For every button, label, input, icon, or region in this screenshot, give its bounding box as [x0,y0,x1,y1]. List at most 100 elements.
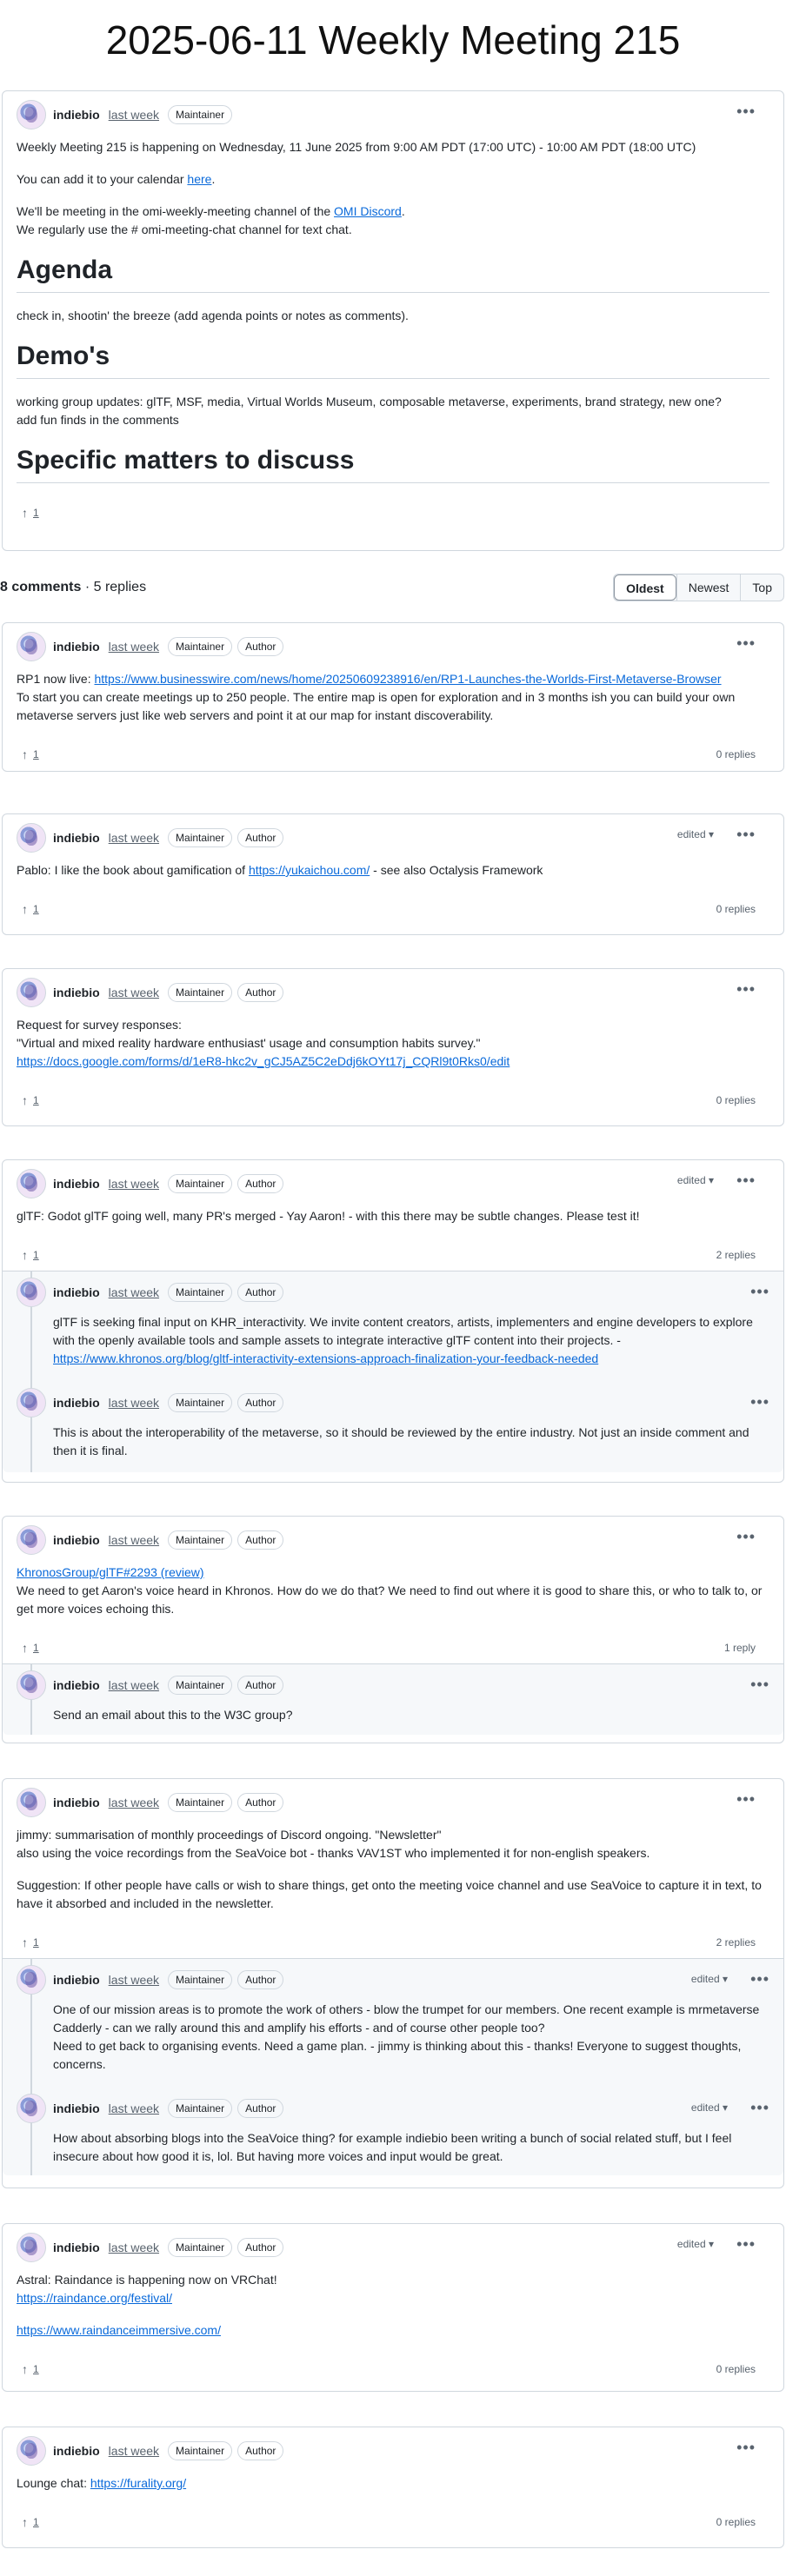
avatar[interactable] [17,1388,46,1417]
edited-dropdown[interactable]: edited ▾ [691,1971,728,1987]
upvote-button[interactable]: ↑ 1 [17,1932,44,1954]
chevron-down-icon: ▾ [708,828,714,840]
maintainer-badge: Maintainer [168,1530,233,1550]
avatar[interactable] [17,978,46,1007]
edited-dropdown[interactable]: edited ▾ [677,827,714,842]
author-name[interactable]: indiebio [53,2100,100,2118]
edited-dropdown[interactable]: edited ▾ [691,2100,728,2115]
avatar[interactable] [17,100,46,129]
upvote-button[interactable]: ↑ 1 [17,1637,44,1659]
more-options-icon[interactable]: ••• [736,1172,756,1188]
timestamp-link[interactable]: last week [109,1676,159,1695]
more-options-icon[interactable]: ••• [750,2100,769,2115]
avatar[interactable] [17,1965,46,1995]
more-options-icon[interactable]: ••• [750,1394,769,1410]
timestamp-link[interactable]: last week [109,829,159,847]
author-badge: Author [237,1530,284,1550]
more-options-icon[interactable]: ••• [750,1676,769,1692]
timestamp-link[interactable]: last week [109,1394,159,1412]
comment-text: RP1 now live: https://www.businesswire.c… [17,672,736,722]
sort-oldest[interactable]: Oldest [614,574,676,601]
agenda-heading: Agenda [17,253,769,293]
khronos-blog-link[interactable]: https://www.khronos.org/blog/gltf-intera… [53,1351,598,1365]
comment: indiebio last week Maintainer Author edi… [2,2223,784,2392]
demos-heading: Demo's [17,339,769,379]
author-name[interactable]: indiebio [53,1794,100,1812]
timestamp-link[interactable]: last week [109,2239,159,2257]
maintainer-badge: Maintainer [168,637,233,656]
author-name[interactable]: indiebio [53,106,100,124]
raindance-festival-link[interactable]: https://raindance.org/festival/ [17,2291,172,2305]
more-options-icon[interactable]: ••• [736,635,756,651]
sort-top[interactable]: Top [740,574,783,601]
furality-link[interactable]: https://furality.org/ [90,2476,186,2490]
author-name[interactable]: indiebio [53,1676,100,1695]
avatar[interactable] [17,2436,46,2466]
comment-count: 8 comments [0,580,82,594]
edited-dropdown[interactable]: edited ▾ [677,1172,714,1188]
upvote-button[interactable]: ↑ 1 [17,744,44,766]
upvote-button[interactable]: ↑ 1 [17,502,44,524]
avatar[interactable] [17,823,46,853]
timestamp-link[interactable]: last week [109,984,159,1002]
author-name[interactable]: indiebio [53,2239,100,2257]
more-options-icon[interactable]: ••• [736,981,756,997]
upvote-button[interactable]: ↑ 1 [17,1090,44,1112]
khronos-issue-link[interactable]: KhronosGroup/glTF#2293 (review) [17,1565,204,1579]
avatar[interactable] [17,1169,46,1198]
timestamp-link[interactable]: last week [109,1284,159,1302]
more-options-icon[interactable]: ••• [736,827,756,842]
author-name[interactable]: indiebio [53,1971,100,1989]
more-options-icon[interactable]: ••• [736,2236,756,2252]
upvote-button[interactable]: ↑ 1 [17,1245,44,1266]
timestamp-link[interactable]: last week [109,2442,159,2460]
timestamp-link[interactable]: last week [109,1175,159,1193]
upvote-button[interactable]: ↑ 1 [17,2359,44,2380]
timestamp-link[interactable]: last week [109,106,159,124]
author-badge: Author [237,637,284,656]
reply-count: 2 replies [716,1249,756,1261]
suggestion-text: Suggestion: If other people have calls o… [17,1878,762,1910]
calendar-text: You can add it to your calendar here. [17,172,216,186]
avatar[interactable] [17,1278,46,1307]
timestamp-link[interactable]: last week [109,2100,159,2118]
author-name[interactable]: indiebio [53,1175,100,1193]
timestamp-link[interactable]: last week [109,638,159,656]
comment: indiebio last week Maintainer Author •••… [2,2427,784,2548]
raindance-immersive-link[interactable]: https://www.raindanceimmersive.com/ [17,2323,221,2337]
timestamp-link[interactable]: last week [109,1794,159,1812]
more-options-icon[interactable]: ••• [736,1791,756,1807]
timestamp-link[interactable]: last week [109,1971,159,1989]
survey-link[interactable]: https://docs.google.com/forms/d/1eR8-hkc… [17,1054,510,1068]
avatar[interactable] [17,1788,46,1817]
author-name[interactable]: indiebio [53,1394,100,1412]
sort-newest[interactable]: Newest [676,574,741,601]
arrow-up-icon: ↑ [22,1640,28,1655]
author-name[interactable]: indiebio [53,984,100,1002]
yukaichou-link[interactable]: https://yukaichou.com/ [249,863,370,877]
author-name[interactable]: indiebio [53,2442,100,2460]
edited-dropdown[interactable]: edited ▾ [677,2236,714,2252]
avatar[interactable] [17,1670,46,1700]
more-options-icon[interactable]: ••• [750,1284,769,1299]
more-options-icon[interactable]: ••• [736,1529,756,1544]
author-name[interactable]: indiebio [53,638,100,656]
more-options-icon[interactable]: ••• [750,1971,769,1987]
upvote-button[interactable]: ↑ 1 [17,2512,44,2533]
timestamp-link[interactable]: last week [109,1531,159,1550]
avatar[interactable] [17,2233,46,2262]
author-name[interactable]: indiebio [53,1284,100,1302]
omi-discord-link[interactable]: OMI Discord [334,204,402,218]
avatar[interactable] [17,1525,46,1555]
avatar[interactable] [17,2094,46,2123]
more-options-icon[interactable]: ••• [736,2440,756,2455]
author-name[interactable]: indiebio [53,1531,100,1550]
businesswire-link[interactable]: https://www.businesswire.com/news/home/2… [94,672,721,686]
calendar-link[interactable]: here [187,172,211,186]
avatar[interactable] [17,632,46,661]
more-options-icon[interactable]: ••• [736,103,756,119]
comments-header: 8 comments · 5 replies Oldest Newest Top [0,570,786,605]
meeting-time-text: Weekly Meeting 215 is happening on Wedne… [17,140,696,154]
upvote-button[interactable]: ↑ 1 [17,899,44,920]
author-name[interactable]: indiebio [53,829,100,847]
